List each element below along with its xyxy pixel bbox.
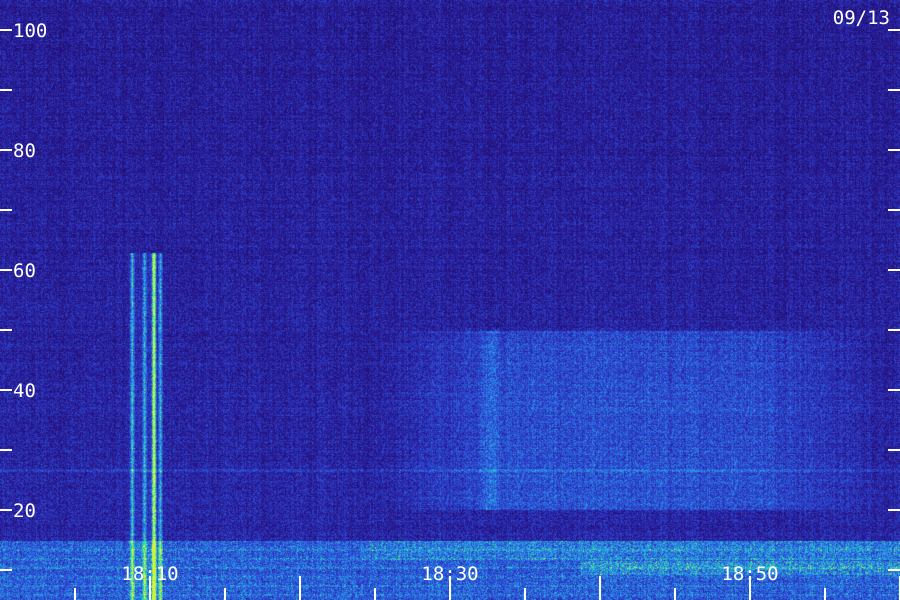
y-tick-label-40: 40 (13, 380, 36, 402)
y-tick-label-60: 60 (13, 260, 36, 282)
y-tick-label-20: 20 (13, 500, 36, 522)
x-tick-label-1810: 18:10 (121, 563, 178, 585)
chart-overlay: 100 80 60 40 20 18:10 18:30 18:50 09/13 (0, 7, 900, 600)
x-tick-label-1830: 18:30 (421, 563, 478, 585)
y-tick-label-100: 100 (13, 20, 47, 42)
date-label: 09/13 (833, 7, 890, 29)
spectrogram-chart: 100 80 60 40 20 18:10 18:30 18:50 09/13 (0, 0, 900, 600)
y-tick-label-80: 80 (13, 140, 36, 162)
y-axis-right (888, 29, 900, 571)
y-axis-left: 100 80 60 40 20 (0, 20, 47, 571)
x-axis: 18:10 18:30 18:50 (74, 563, 900, 600)
x-tick-label-1850: 18:50 (721, 563, 778, 585)
